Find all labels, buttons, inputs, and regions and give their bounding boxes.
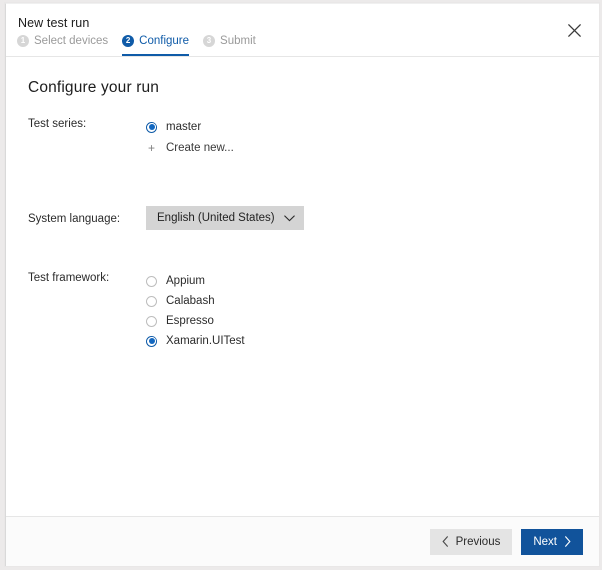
- step-submit[interactable]: 3 Submit: [203, 35, 256, 56]
- chevron-right-icon: [565, 536, 571, 547]
- radio-indicator[interactable]: [146, 121, 157, 133]
- radio-option-xamarin-uitest[interactable]: Xamarin.UITest: [146, 331, 599, 351]
- step-configure[interactable]: 2 Configure: [122, 35, 190, 56]
- field-control: master + Create new...: [146, 117, 599, 158]
- radio-indicator[interactable]: [146, 335, 157, 347]
- field-test-series: Test series: master + Create new...: [6, 117, 599, 158]
- new-test-run-dialog: New test run 1 Select devices 2 Configur…: [5, 3, 599, 566]
- field-control: Appium Calabash Espresso Xamarin.UITest: [146, 271, 599, 351]
- dialog-body: Configure your run Test series: master +…: [6, 57, 599, 516]
- radio-label: Appium: [166, 275, 205, 287]
- page-title: Configure your run: [28, 79, 160, 96]
- close-button[interactable]: [557, 14, 591, 46]
- step-label: Select devices: [34, 35, 109, 47]
- field-label: Test framework:: [28, 272, 110, 284]
- close-icon: [567, 23, 581, 37]
- next-label: Next: [533, 535, 557, 548]
- step-select-devices[interactable]: 1 Select devices: [17, 35, 108, 56]
- step-label: Submit: [220, 35, 256, 47]
- field-control: English (United States): [146, 206, 599, 230]
- previous-label: Previous: [455, 535, 501, 548]
- step-number-badge: 1: [17, 35, 29, 47]
- screen: New test run 1 Select devices 2 Configur…: [0, 0, 602, 570]
- plus-icon: +: [147, 140, 155, 155]
- previous-button[interactable]: Previous: [429, 528, 513, 555]
- configure-form: Test series: master + Create new... Syst…: [6, 117, 599, 351]
- radio-indicator[interactable]: [146, 315, 157, 327]
- field-test-framework: Test framework: Appium Calabash Espresso…: [6, 271, 599, 351]
- step-label: Configure: [139, 35, 190, 47]
- step-number-badge: 3: [203, 35, 216, 47]
- radio-label: Xamarin.UITest: [166, 335, 245, 347]
- radio-option-master[interactable]: master: [146, 117, 599, 137]
- radio-indicator[interactable]: [146, 275, 157, 287]
- step-number-badge: 2: [122, 35, 135, 47]
- radio-option-appium[interactable]: Appium: [146, 271, 599, 291]
- radio-label: Espresso: [166, 315, 214, 327]
- field-label: Test series:: [28, 118, 87, 130]
- next-button[interactable]: Next: [521, 528, 583, 555]
- step-wizard: 1 Select devices 2 Configure 3 Submit: [17, 35, 256, 56]
- dialog-title: New test run: [18, 16, 90, 30]
- dialog-header: New test run 1 Select devices 2 Configur…: [6, 4, 599, 57]
- field-system-language: System language: English (United States): [6, 206, 599, 230]
- radio-option-espresso[interactable]: Espresso: [146, 311, 599, 331]
- chevron-down-icon: [283, 214, 295, 221]
- step-underline: [122, 54, 190, 56]
- create-new-series-link[interactable]: + Create new...: [146, 138, 599, 158]
- create-new-label: Create new...: [166, 142, 234, 154]
- radio-label: master: [166, 121, 202, 133]
- radio-label: Calabash: [166, 295, 215, 307]
- field-label: System language:: [28, 213, 121, 225]
- system-language-value: English (United States): [157, 212, 275, 224]
- radio-indicator[interactable]: [146, 295, 157, 307]
- dialog-footer: Previous Next: [6, 516, 599, 566]
- system-language-select[interactable]: English (United States): [146, 206, 304, 230]
- radio-option-calabash[interactable]: Calabash: [146, 291, 599, 311]
- chevron-left-icon: [442, 536, 448, 547]
